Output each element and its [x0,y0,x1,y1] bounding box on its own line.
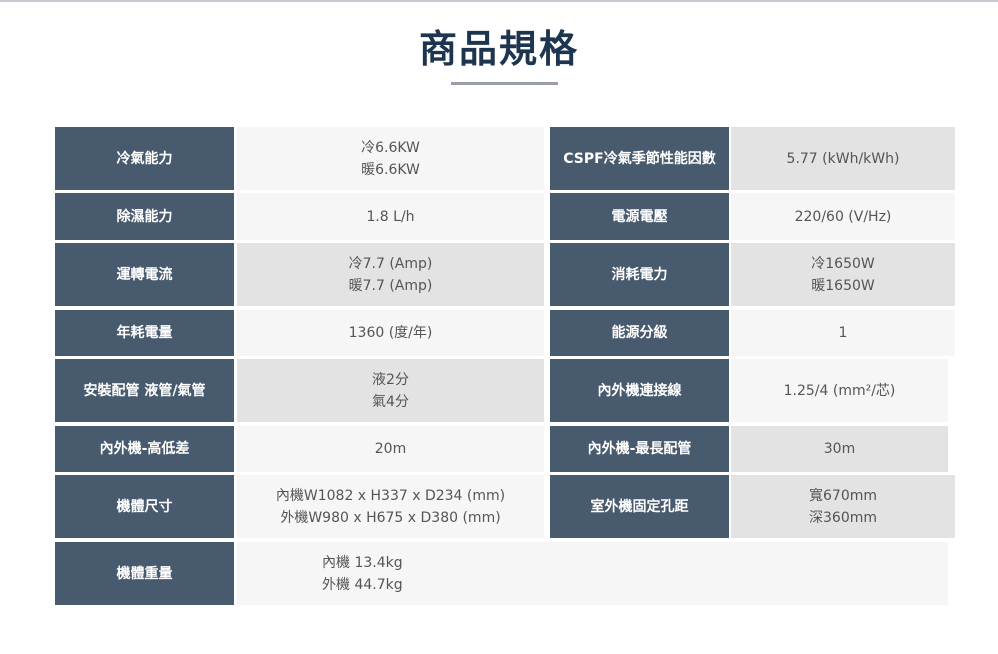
title-underline [451,82,558,85]
spec-value-cspf: 5.77 (kWh/kWh) [731,127,955,190]
spec-label-max-piping: 內外機-最長配管 [550,426,729,472]
spec-value-cooling-capacity: 冷6.6KW 暖6.6KW [237,127,544,190]
spec-label-annual-consumption: 年耗電量 [55,310,234,356]
spec-label-mount-hole-spacing: 室外機固定孔距 [550,475,729,538]
spec-value-dimensions: 內機W1082 x H337 x D234 (mm) 外機W980 x H675 … [237,475,544,538]
spec-value-current: 冷7.7 (Amp) 暖7.7 (Amp) [237,243,544,306]
spec-value-piping: 液2分 氣4分 [237,359,544,422]
spec-value-max-piping: 30m [731,426,948,472]
spec-value-power: 冷1650W 暖1650W [731,243,955,306]
spec-value-annual-consumption: 1360 (度/年) [237,310,544,356]
spec-label-dehumidify: 除濕能力 [55,193,234,240]
spec-label-height-difference: 內外機-高低差 [55,426,234,472]
spec-label-energy-grade: 能源分級 [550,310,729,356]
spec-label-weight: 機體重量 [55,542,234,605]
spec-label-piping: 安裝配管 液管/氣管 [55,359,234,422]
spec-label-cooling-capacity: 冷氣能力 [55,127,234,190]
spec-value-height-difference: 20m [237,426,544,472]
spec-value-connection-wire: 1.25/4 (mm²/芯) [731,359,948,422]
spec-label-voltage: 電源電壓 [550,193,729,240]
spec-label-current: 運轉電流 [55,243,234,306]
spec-label-power: 消耗電力 [550,243,729,306]
spec-label-connection-wire: 內外機連接線 [550,359,729,422]
top-rule [0,0,998,2]
spec-value-voltage: 220/60 (V/Hz) [731,193,955,240]
spec-value-mount-hole-spacing: 寬670mm 深360mm [731,475,955,538]
spec-value-dehumidify: 1.8 L/h [237,193,544,240]
spec-value-energy-grade: 1 [731,310,955,356]
spec-label-cspf: CSPF冷氣季節性能因數 [550,127,729,190]
spec-value-weight: 內機 13.4kg 外機 44.7kg [237,542,948,605]
spec-label-dimensions: 機體尺寸 [55,475,234,538]
page-title: 商品規格 [418,27,579,71]
